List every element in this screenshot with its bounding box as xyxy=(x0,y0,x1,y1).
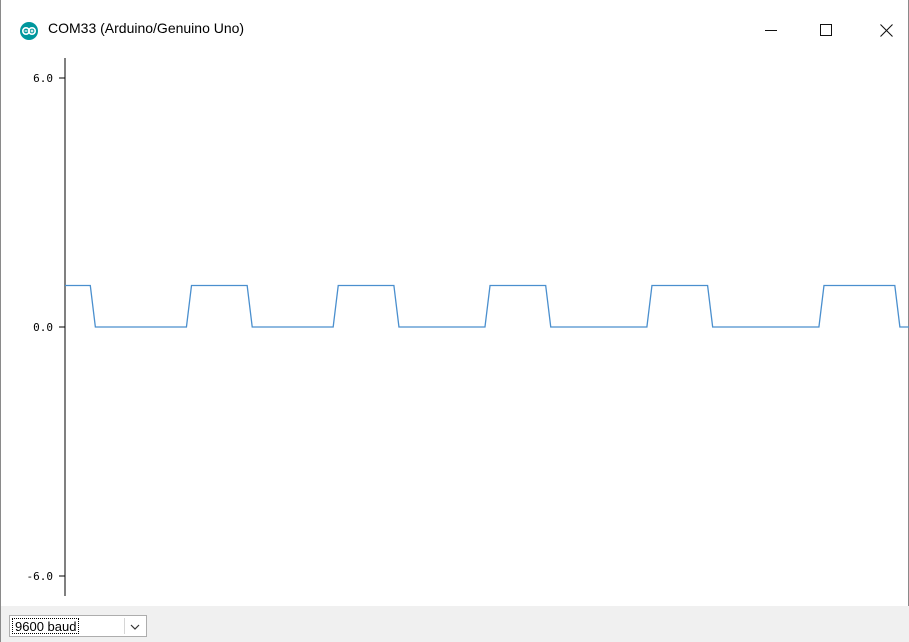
bottom-bar: 9600 baud xyxy=(1,606,909,642)
maximize-button[interactable] xyxy=(803,14,849,46)
y-tick-label-top: 6.0 xyxy=(33,72,53,85)
arduino-logo-icon xyxy=(20,22,38,40)
close-icon xyxy=(879,23,893,37)
serial-plot-chart: 6.0 0.0 -6.0 xyxy=(27,58,909,596)
baud-rate-select[interactable]: 9600 baud xyxy=(9,615,147,637)
baud-rate-value: 9600 baud xyxy=(12,618,80,634)
dropdown-separator xyxy=(124,618,125,634)
close-button[interactable] xyxy=(863,14,909,46)
y-tick-label-middle: 0.0 xyxy=(33,321,53,334)
chevron-down-icon xyxy=(130,624,140,630)
window-title: COM33 (Arduino/Genuino Uno) xyxy=(48,20,245,36)
minimize-icon xyxy=(765,30,777,31)
plot-area: 6.0 0.0 -6.0 xyxy=(1,58,909,606)
y-tick-label-bottom: -6.0 xyxy=(27,570,54,583)
title-bar[interactable]: COM33 (Arduino/Genuino Uno) xyxy=(1,0,908,58)
serial-plotter-window: COM33 (Arduino/Genuino Uno) 6.0 0.0 -6.0… xyxy=(0,0,909,642)
minimize-button[interactable] xyxy=(748,14,794,46)
series-line xyxy=(65,284,909,328)
maximize-icon xyxy=(820,24,832,36)
